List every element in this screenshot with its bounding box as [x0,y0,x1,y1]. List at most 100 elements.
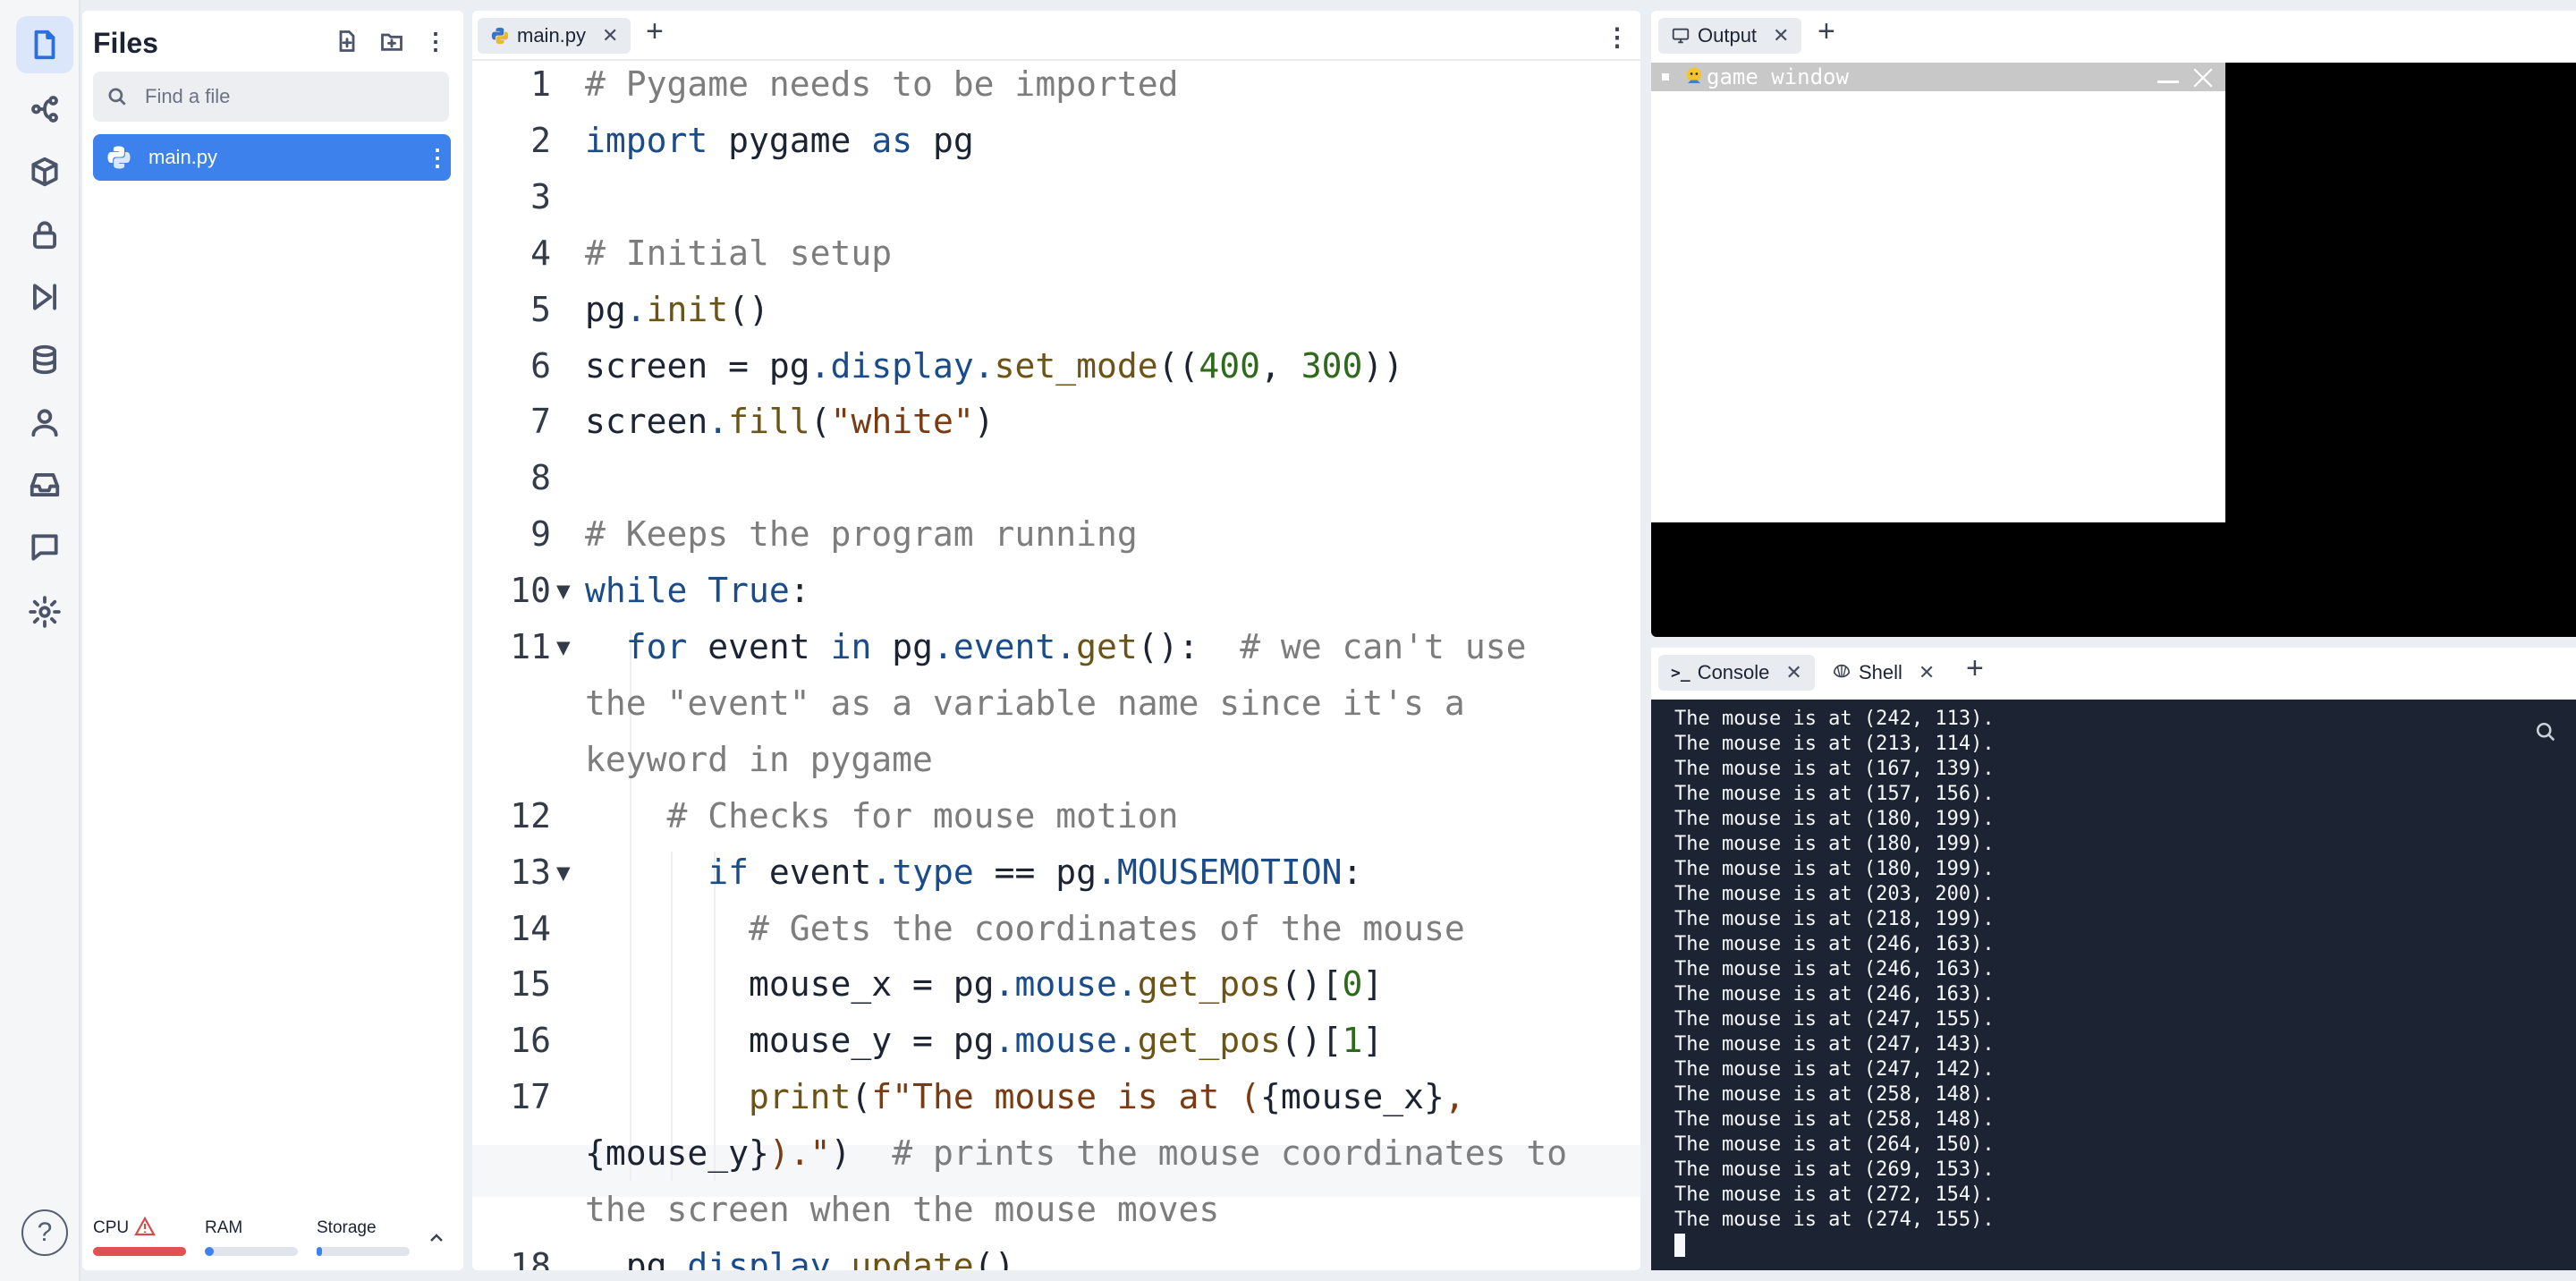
code-line[interactable]: pg.init() [585,290,769,329]
file-icon [34,30,55,60]
pygame-window[interactable]: game window [1651,63,2225,522]
editor-tabbar: main.py ✕ + ⋮ [472,11,1640,61]
chevron-up-icon[interactable] [426,1227,447,1249]
close-icon[interactable]: ✕ [602,24,618,47]
chat-nav-button[interactable] [16,519,73,576]
secrets-nav-button[interactable] [16,206,73,263]
console-line: The mouse is at (264, 150). [1674,1133,1995,1156]
code-line[interactable]: while True: [585,571,810,610]
console-line: The mouse is at (242, 113). [1674,708,1995,730]
console-line: The mouse is at (167, 139). [1674,758,1995,780]
line-number: 6 [530,346,551,386]
console-cursor[interactable] [1674,1233,1995,1258]
fold-toggle-icon[interactable]: ▼ [556,578,571,605]
database-nav-button[interactable] [16,331,73,388]
file-search-input[interactable] [145,85,431,108]
code-line[interactable]: mouse_x = pg.mouse.get_pos()[0] [585,964,1383,1004]
code-line[interactable]: for event in pg.event.get(): # we can't … [585,627,1527,666]
database-icon [33,344,56,375]
code-line[interactable]: the "event" as a variable name since it'… [585,683,1465,723]
line-number: 3 [530,177,551,216]
new-file-icon[interactable] [335,29,360,54]
python-icon [107,146,131,169]
tab-output[interactable]: Output ✕ [1658,18,1802,54]
files-menu-button[interactable]: ⋮ [424,30,447,53]
python-icon [491,27,509,45]
code-line[interactable]: pg.display.update() [585,1246,1015,1270]
tab-label: main.py [517,24,587,47]
vnc-display[interactable]: game window [1651,63,2576,637]
cpu-meter [93,1247,186,1256]
help-icon[interactable]: ? [21,1209,68,1256]
console-line: The mouse is at (180, 199). [1674,858,1995,880]
fold-toggle-icon[interactable]: ▼ [556,634,571,661]
close-icon[interactable]: ✕ [1919,661,1935,684]
line-number: 1 [530,64,551,104]
editor-menu-button[interactable]: ⋮ [1605,25,1630,50]
tab-console[interactable]: >_ Console ✕ [1658,655,1815,691]
code-line[interactable]: screen = pg.display.set_mode((400, 300)) [585,346,1403,386]
run-icon [33,284,56,310]
settings-nav-button[interactable] [16,583,73,640]
code-line[interactable]: screen.fill("white") [585,402,995,441]
auth-nav-button[interactable] [16,394,73,451]
resource-meters[interactable]: CPU RAM Storage [93,1217,451,1263]
inbox-nav-button[interactable] [16,456,73,513]
code-line[interactable]: mouse_y = pg.mouse.get_pos()[1] [585,1021,1383,1060]
line-number: 17 [510,1077,551,1116]
ram-label: RAM [205,1218,243,1237]
window-menu-icon[interactable] [1662,73,1669,81]
code-line[interactable]: {mouse_y}).") # prints the mouse coordin… [585,1133,1567,1173]
fold-toggle-icon[interactable]: ▼ [556,860,571,887]
close-icon[interactable]: ✕ [1785,661,1801,684]
tab-main-py[interactable]: main.py ✕ [478,18,631,54]
tab-shell[interactable]: Shell ✕ [1819,655,1947,691]
pygame-logo-icon [1686,67,1702,83]
files-toolbar: ⋮ [335,29,447,54]
code-line[interactable]: the screen when the mouse moves [585,1190,1219,1229]
close-icon[interactable]: ✕ [1773,24,1789,47]
search-icon[interactable] [2533,719,2558,744]
workflows-nav-button[interactable] [16,268,73,326]
new-folder-icon[interactable] [379,29,404,54]
console-line: The mouse is at (180, 199). [1674,808,1995,830]
code-line[interactable]: import pygame as pg [585,121,974,160]
close-icon[interactable] [2191,66,2215,89]
console-line: The mouse is at (157, 156). [1674,783,1995,805]
git-nav-button[interactable] [16,81,73,138]
console-line: The mouse is at (258, 148). [1674,1083,1995,1106]
console-line: The mouse is at (247, 142). [1674,1058,1995,1081]
activity-rail: ? [0,0,80,1281]
file-item-menu-button[interactable]: ⋮ [424,144,451,172]
code-line[interactable]: # Gets the coordinates of the mouse [585,909,1465,948]
line-number: 15 [510,964,551,1004]
code-line[interactable]: if event.type == pg.MOUSEMOTION: [585,853,1362,892]
minimize-icon[interactable] [2157,81,2179,83]
console-line: The mouse is at (246, 163). [1674,983,1995,1005]
file-search [93,72,449,122]
console-line: The mouse is at (203, 200). [1674,883,1995,905]
code-line[interactable]: print(f"The mouse is at ({mouse_x}, [585,1077,1465,1116]
line-number: 12 [510,796,551,836]
code-line[interactable]: # Checks for mouse motion [585,796,1179,836]
new-tab-button[interactable]: + [1966,651,1984,686]
line-number: 14 [510,909,551,948]
storage-label: Storage [317,1218,377,1237]
files-nav-button[interactable] [16,16,73,73]
line-number: 2 [530,121,551,160]
console-line: The mouse is at (269, 153). [1674,1158,1995,1181]
git-icon [31,96,58,123]
new-tab-button[interactable]: + [646,14,664,49]
code-line[interactable]: # Pygame needs to be imported [585,64,1178,104]
line-number: 16 [510,1021,551,1060]
code-line[interactable]: # Initial setup [585,233,892,273]
package-icon [31,157,58,187]
file-item-main-py[interactable]: main.py ⋮ [93,134,451,181]
console-output[interactable]: The mouse is at (242, 113). The mouse is … [1651,700,2576,1270]
code-line[interactable]: keyword in pygame [585,740,933,779]
code-line[interactable]: # Keeps the program running [585,514,1138,554]
new-tab-button[interactable]: + [1818,14,1835,49]
pygame-window-titlebar[interactable]: game window [1651,63,2225,91]
console-line: The mouse is at (246, 163). [1674,958,1995,980]
packages-nav-button[interactable] [16,143,73,200]
